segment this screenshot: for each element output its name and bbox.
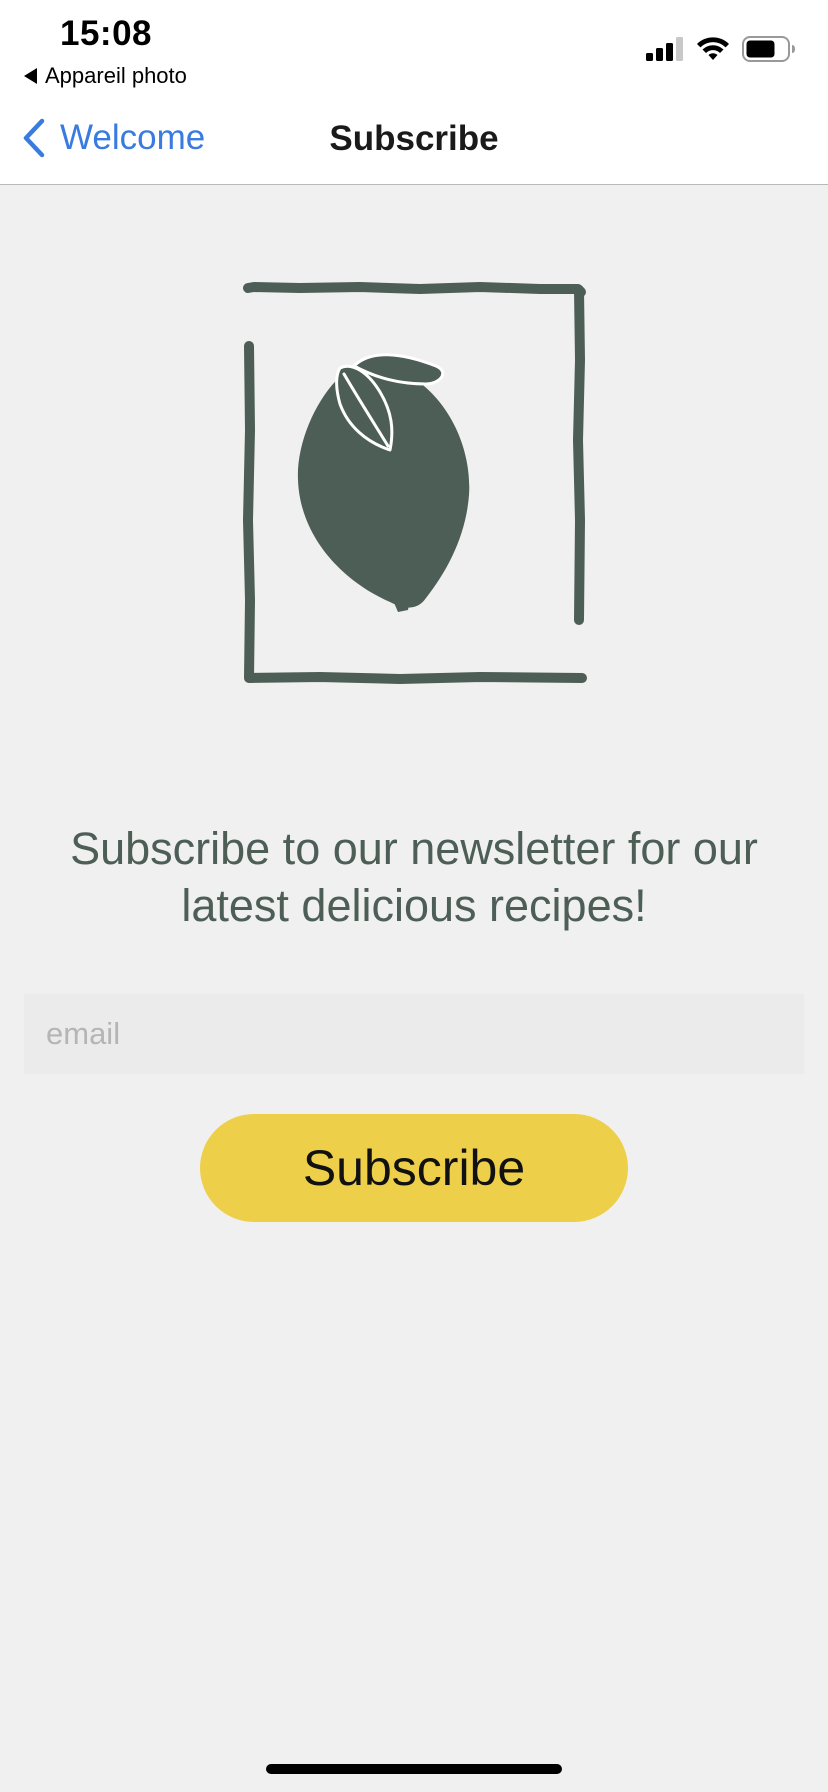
home-indicator[interactable] — [266, 1764, 562, 1774]
back-to-app-link[interactable]: Appareil photo — [24, 63, 187, 89]
newsletter-headline: Subscribe to our newsletter for our late… — [70, 823, 758, 931]
status-icons — [646, 36, 796, 62]
top-bar: 15:08 Appareil photo Welcome Subscribe — [0, 0, 828, 185]
wifi-icon — [697, 37, 729, 60]
subscribe-button[interactable]: Subscribe — [200, 1114, 628, 1222]
email-field[interactable] — [24, 994, 804, 1074]
signal-icon — [646, 37, 683, 61]
back-triangle-icon — [24, 68, 37, 84]
lemon-logo-icon — [243, 282, 587, 684]
page-title: Subscribe — [329, 119, 499, 158]
status-time: 15:08 — [60, 14, 153, 53]
subscribe-screen: 15:08 Appareil photo Welcome Subscribe S… — [0, 0, 828, 1792]
back-app-label: Appareil photo — [45, 63, 187, 88]
battery-icon — [742, 36, 795, 62]
